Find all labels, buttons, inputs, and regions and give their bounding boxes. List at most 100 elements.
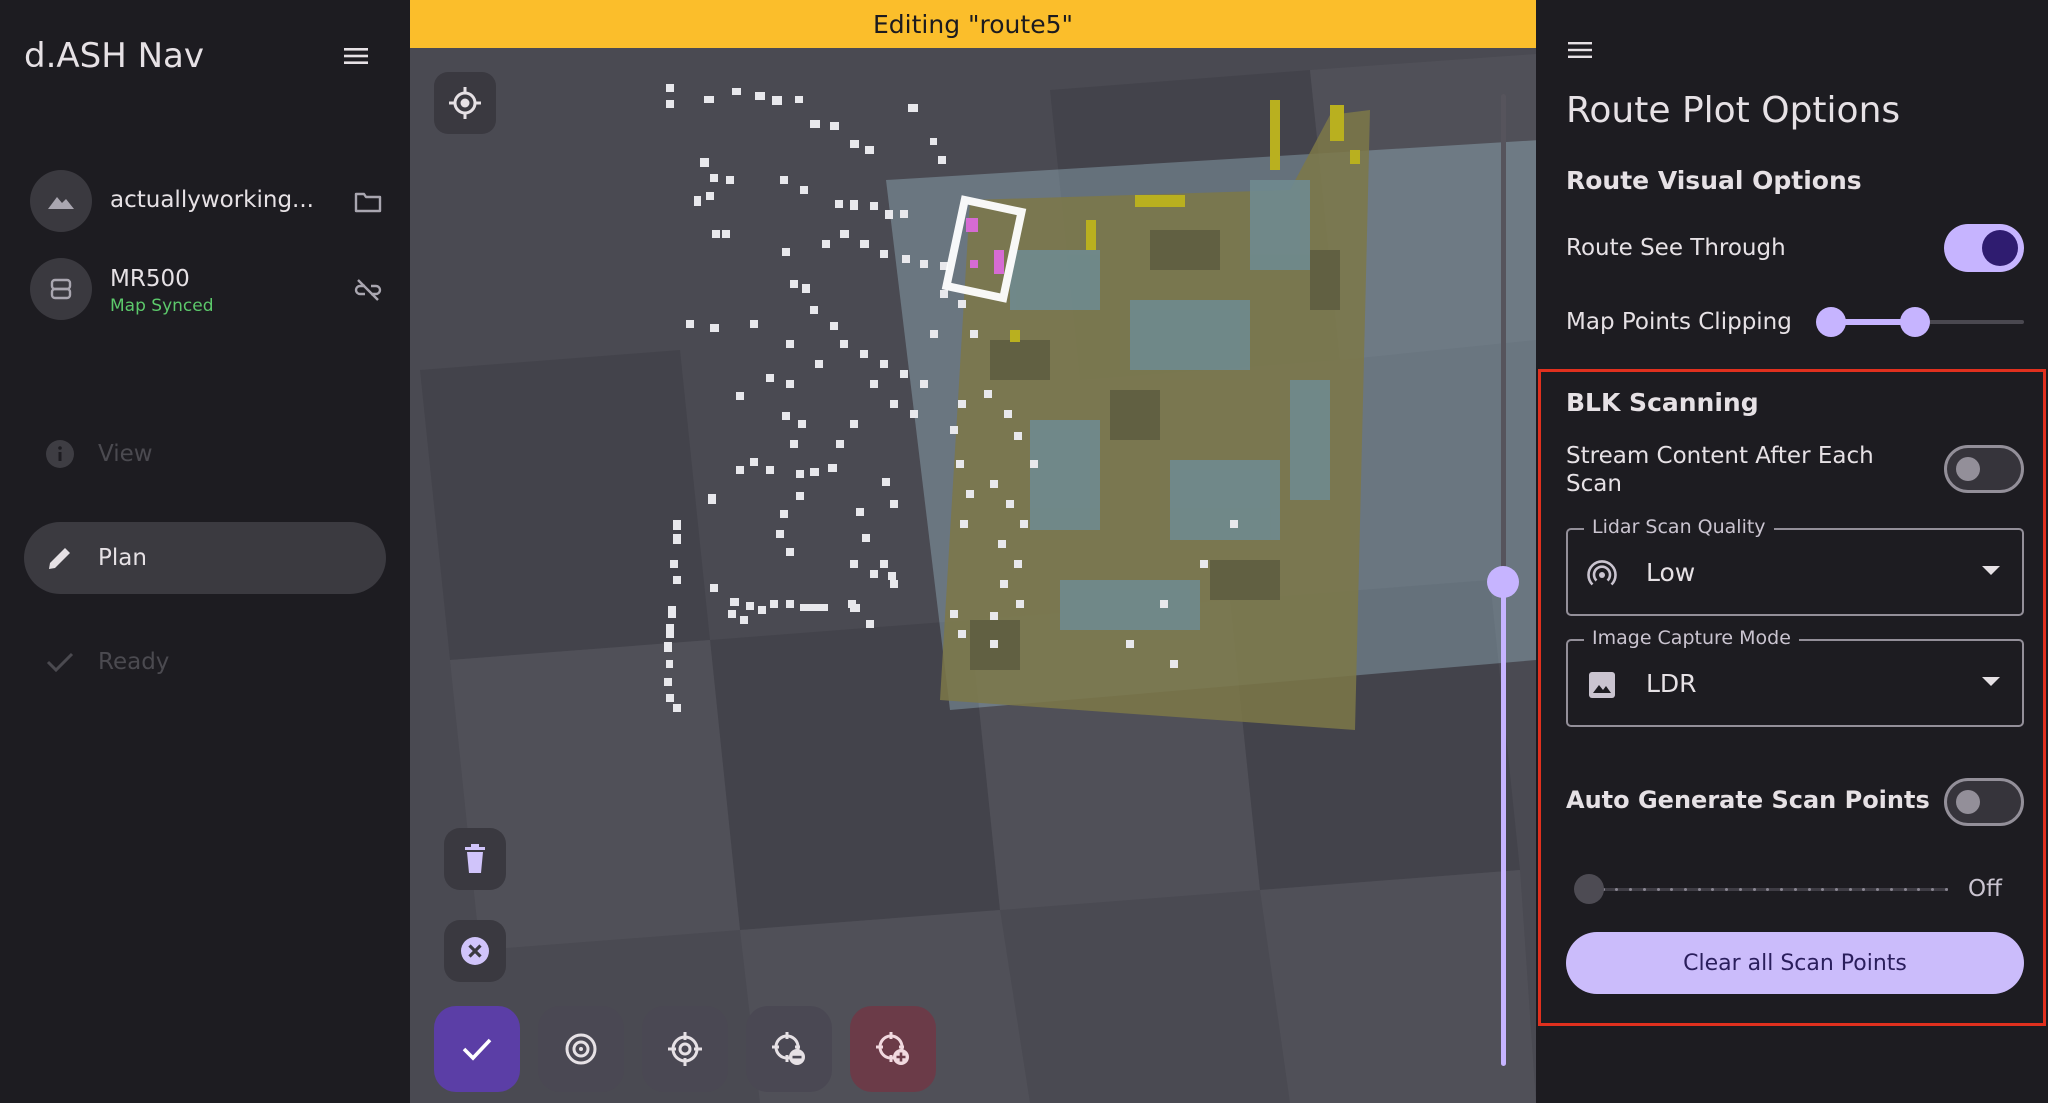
- route-see-through-switch[interactable]: [1944, 224, 2024, 272]
- menu-icon: [344, 48, 368, 64]
- add-scan-point-button[interactable]: [850, 1006, 936, 1092]
- chevron-down-icon: [1982, 566, 2000, 575]
- connection-robot[interactable]: MR500 Map Synced: [30, 258, 390, 320]
- avatar: [30, 170, 92, 232]
- confirm-route-button[interactable]: [434, 1006, 520, 1092]
- lidar-scan-quality-value: Low: [1646, 558, 1696, 587]
- slider-ticks: [1588, 887, 1948, 892]
- nav-item-ready[interactable]: Ready: [24, 626, 386, 698]
- sync-status: Map Synced: [110, 296, 214, 316]
- slider-tick: [1848, 888, 1852, 891]
- link-off-icon: [354, 279, 382, 301]
- disconnect-button[interactable]: [346, 268, 390, 312]
- slider-tick: [1793, 888, 1797, 891]
- recenter-button[interactable]: [434, 72, 496, 134]
- slider-tick: [1752, 888, 1756, 891]
- pencil-icon: [44, 542, 76, 574]
- map-viewport[interactable]: Editing "route5": [410, 0, 1536, 1103]
- lidar-scan-quality-select[interactable]: Lidar Scan Quality Low: [1566, 516, 2024, 616]
- editing-banner: Editing "route5": [410, 0, 1536, 48]
- slider-tick: [1711, 888, 1715, 891]
- slider-tick: [1930, 888, 1934, 891]
- target-icon: [565, 1033, 597, 1065]
- robot-name: MR500: [110, 266, 190, 292]
- clear-all-scan-points-button[interactable]: Clear all Scan Points: [1566, 932, 2024, 994]
- slider-tick: [1684, 888, 1688, 891]
- image-capture-mode-value: LDR: [1646, 669, 1697, 698]
- route-see-through-label: Route See Through: [1566, 235, 1786, 261]
- panel-title: Route Plot Options: [1566, 90, 1901, 131]
- check-icon: [462, 1038, 492, 1061]
- slider-tick: [1876, 888, 1880, 891]
- mountain-icon: [48, 197, 74, 209]
- target-tool-button[interactable]: [538, 1006, 624, 1092]
- image-capture-mode-select[interactable]: Image Capture Mode LDR: [1566, 627, 2024, 727]
- slider-tick: [1834, 888, 1838, 891]
- auto-generate-switch[interactable]: [1944, 778, 2024, 826]
- slider-tick: [1917, 888, 1921, 891]
- slider-tick: [1862, 888, 1866, 891]
- cancel-button[interactable]: [444, 920, 506, 982]
- open-map-button[interactable]: [346, 180, 390, 224]
- slider-tick: [1656, 888, 1660, 891]
- scan-point-density-value: Off: [1968, 876, 2002, 902]
- range-thumb-min[interactable]: [1816, 307, 1846, 337]
- app-title: d.ASH Nav: [24, 36, 204, 76]
- slider-tick: [1642, 888, 1646, 891]
- robot-icon: [50, 278, 72, 300]
- range-thumb-max[interactable]: [1900, 307, 1930, 337]
- delete-icon: [465, 844, 485, 873]
- nav-item-plan[interactable]: Plan: [24, 522, 386, 594]
- route-visual-heading: Route Visual Options: [1566, 166, 1862, 195]
- slider-tick: [1697, 888, 1701, 891]
- nav-item-label: Plan: [98, 545, 147, 571]
- navigation-sidebar: d.ASH Nav actuallyworking... MR500 Map S…: [0, 0, 410, 1103]
- avatar: [30, 258, 92, 320]
- image-capture-mode-label: Image Capture Mode: [1584, 627, 1799, 649]
- route-plot-options-panel: Route Plot Options Route Visual Options …: [1536, 0, 2048, 1103]
- map-name: actuallyworking...: [110, 187, 314, 213]
- zoom-slider-fill: [1501, 582, 1506, 1066]
- crosshair-add-icon: [876, 1032, 909, 1065]
- info-icon: [44, 438, 76, 470]
- folder-icon: [354, 192, 382, 213]
- slider-tick: [1780, 888, 1784, 891]
- panel-menu-button[interactable]: [1560, 30, 1600, 70]
- slider-tick: [1629, 888, 1633, 891]
- point-cloud-map[interactable]: [410, 0, 1536, 1103]
- scan-point-tool-button[interactable]: [642, 1006, 728, 1092]
- check-icon: [44, 646, 76, 678]
- lidar-icon: [1586, 558, 1618, 590]
- slider-tick: [1807, 888, 1811, 891]
- zoom-slider-track: [1501, 94, 1506, 582]
- crosshair-icon: [668, 1032, 702, 1066]
- slider-tick: [1738, 888, 1742, 891]
- blk-scanning-heading: BLK Scanning: [1566, 388, 1759, 417]
- slider-thumb[interactable]: [1574, 874, 1604, 904]
- menu-button[interactable]: [336, 36, 376, 76]
- nav-item-label: View: [98, 441, 153, 467]
- map-points-clipping-slider[interactable]: [1816, 305, 2024, 339]
- zoom-slider-thumb[interactable]: [1487, 566, 1519, 598]
- auto-generate-label: Auto Generate Scan Points: [1566, 786, 1930, 814]
- nav-item-view[interactable]: View: [24, 418, 386, 490]
- connection-map[interactable]: actuallyworking...: [30, 170, 390, 232]
- map-points-clipping-label: Map Points Clipping: [1566, 309, 1792, 335]
- stream-content-switch[interactable]: [1944, 445, 2024, 493]
- slider-tick: [1670, 888, 1674, 891]
- remove-scan-point-button[interactable]: [746, 1006, 832, 1092]
- cancel-icon: [461, 937, 489, 965]
- slider-tick: [1766, 888, 1770, 891]
- crosshair-remove-icon: [772, 1032, 805, 1065]
- switch-knob: [1956, 790, 1980, 814]
- slider-tick: [1903, 888, 1907, 891]
- scan-point-density-slider[interactable]: [1574, 872, 1964, 906]
- stream-content-label: Stream Content After Each Scan: [1566, 443, 1874, 497]
- slider-tick: [1725, 888, 1729, 891]
- delete-button[interactable]: [444, 828, 506, 890]
- zoom-slider[interactable]: [1486, 94, 1520, 1074]
- image-icon: [1586, 669, 1618, 701]
- lidar-scan-quality-label: Lidar Scan Quality: [1584, 516, 1774, 538]
- switch-knob: [1982, 230, 2018, 266]
- slider-tick: [1889, 888, 1893, 891]
